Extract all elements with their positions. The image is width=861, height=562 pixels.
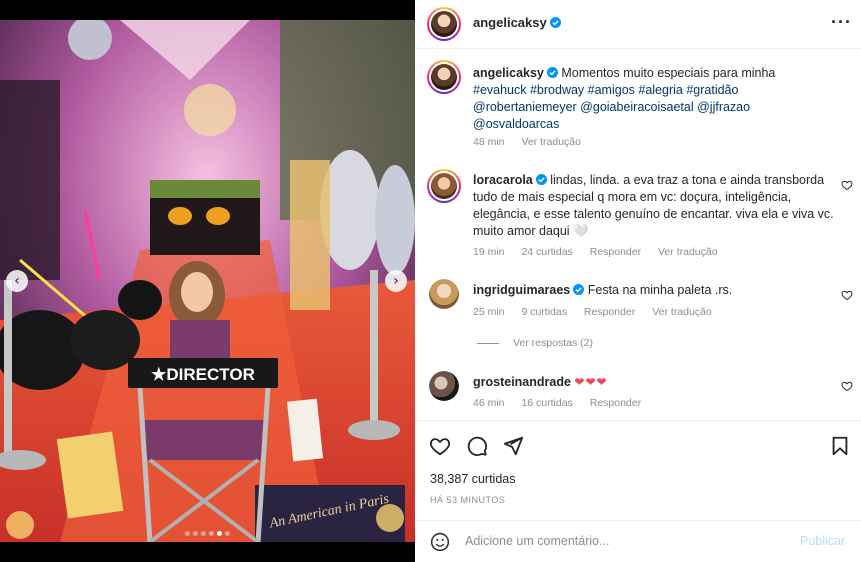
carousel-dot (193, 531, 198, 536)
comment-time: 46 min (473, 397, 505, 409)
comment-username[interactable]: grosteinandrade (473, 375, 571, 389)
chevron-left-icon[interactable]: ‹ (6, 270, 28, 292)
author-avatar[interactable] (427, 7, 461, 41)
reply-link[interactable]: Responder (584, 306, 635, 318)
verified-badge-icon (573, 284, 585, 295)
save-bookmark-icon[interactable] (829, 435, 851, 457)
comment-likes[interactable]: 9 curtidas (521, 306, 567, 318)
verified-badge-icon (549, 17, 561, 28)
comment-username[interactable]: loracarola (473, 173, 533, 187)
publish-button[interactable]: Publicar (800, 534, 845, 548)
comment-body: ❤❤❤ (574, 375, 608, 389)
caption-body: Momentos muito especiais para minha (561, 66, 776, 80)
caption-mentions[interactable]: @robertaniemeyer @goiabeiracoisaetal @jj… (473, 100, 750, 114)
post-media: ★DIRECTOR An American in Paris ‹ › (0, 0, 415, 562)
comment-meta: 25 min 9 curtidas Responder Ver tradução (473, 306, 726, 318)
caption-translate-link[interactable]: Ver tradução (521, 136, 581, 148)
reply-link[interactable]: Responder (590, 246, 641, 258)
more-options-icon[interactable]: ··· (831, 12, 852, 33)
comment-text: ingridguimaraes Festa na minha paleta .r… (473, 282, 838, 299)
caption-hashtags[interactable]: #evahuck #brodway #amigos #alegria #grat… (473, 83, 738, 97)
reply-link[interactable]: Responder (590, 397, 641, 409)
comment-meta: 19 min 24 curtidas Responder Ver traduçã… (473, 246, 732, 258)
verified-badge-icon (546, 67, 558, 78)
author-username-text[interactable]: angelicaksy (473, 15, 547, 30)
caption-text: angelicaksy Momentos muito especiais par… (473, 65, 838, 133)
comment-avatar[interactable] (429, 371, 459, 401)
carousel-dot (185, 531, 190, 536)
comment-bubble-icon[interactable] (466, 435, 488, 457)
comment-text: grosteinandrade ❤❤❤ (473, 374, 838, 391)
comment-input[interactable] (465, 531, 785, 551)
comment-time: 19 min (473, 246, 505, 258)
likes-count[interactable]: 38,387 curtidas (430, 472, 515, 486)
post-side-panel: angelicaksy ··· angelicaksy Momentos mui… (415, 0, 861, 562)
replies-divider (477, 342, 499, 344)
caption-mention-osvaldo[interactable]: @osvaldoarcas (473, 117, 559, 131)
carousel-indicator (0, 525, 415, 539)
view-replies-button[interactable]: Ver respostas (2) (477, 337, 593, 349)
chevron-right-icon[interactable]: › (385, 270, 407, 292)
like-comment-heart-icon[interactable] (841, 179, 853, 191)
post-actions: 38,387 curtidas HÁ 53 MINUTOS (415, 420, 861, 520)
author-username[interactable]: angelicaksy (473, 15, 561, 30)
caption-meta: 48 min Ver tradução (473, 136, 595, 148)
caption-username[interactable]: angelicaksy (473, 66, 544, 80)
comment-username[interactable]: ingridguimaraes (473, 283, 570, 297)
like-comment-heart-icon[interactable] (841, 380, 853, 392)
like-comment-heart-icon[interactable] (841, 289, 853, 301)
party-scene-image: ★DIRECTOR An American in Paris (0, 20, 415, 542)
instagram-post-modal: ★DIRECTOR An American in Paris ‹ › angel… (0, 0, 861, 562)
like-heart-icon[interactable] (429, 435, 451, 457)
caption-time: 48 min (473, 136, 505, 148)
caption-avatar[interactable] (427, 60, 461, 94)
comment-likes[interactable]: 24 curtidas (521, 246, 572, 258)
comment-avatar[interactable] (429, 279, 459, 309)
comment-time: 25 min (473, 306, 505, 318)
emoji-icon[interactable] (430, 532, 450, 552)
post-photo[interactable]: ★DIRECTOR An American in Paris (0, 20, 415, 542)
translate-link[interactable]: Ver tradução (658, 246, 718, 258)
comment-meta: 46 min 16 curtidas Responder (473, 397, 655, 409)
post-timestamp: HÁ 53 MINUTOS (430, 495, 506, 505)
carousel-dot (201, 531, 206, 536)
translate-link[interactable]: Ver tradução (652, 306, 712, 318)
comment-text: loracarola lindas, linda. a eva traz a t… (473, 172, 838, 240)
view-replies-label[interactable]: Ver respostas (2) (513, 337, 593, 349)
carousel-dot (217, 531, 222, 536)
chair-label: ★DIRECTOR (151, 365, 255, 384)
verified-badge-icon (535, 174, 547, 185)
carousel-dot (225, 531, 230, 536)
share-send-icon[interactable] (502, 435, 524, 457)
comment-likes[interactable]: 16 curtidas (521, 397, 572, 409)
post-header: angelicaksy ··· (415, 0, 861, 49)
comment-body: Festa na minha paleta .rs. (587, 283, 733, 297)
carousel-dot (209, 531, 214, 536)
comment-avatar[interactable] (427, 169, 461, 203)
comment-composer: Publicar (415, 520, 861, 562)
